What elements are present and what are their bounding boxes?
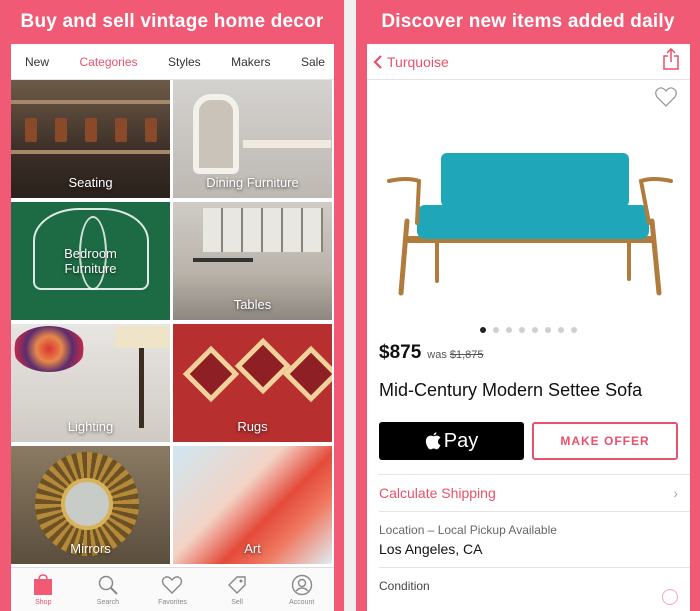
chevron-right-icon: ›	[673, 485, 678, 501]
share-button[interactable]	[662, 47, 680, 75]
category-tile-dining-furniture[interactable]: Dining Furniture	[173, 80, 332, 198]
user-icon	[291, 574, 312, 596]
right-headline: Discover new items added daily	[381, 11, 675, 32]
apple-logo-icon	[425, 431, 441, 449]
category-tile-tables[interactable]: Tables	[173, 202, 332, 320]
favorite-button[interactable]	[654, 86, 678, 113]
category-tile-bedroom-furniture[interactable]: Bedroom Furniture	[11, 202, 170, 320]
category-label: Dining Furniture	[206, 175, 299, 190]
category-label: Rugs	[237, 419, 268, 434]
product-detail-screen: Turquoise $875 was $1,875 Mid-Century Mo…	[367, 44, 690, 611]
purchase-buttons: Pay MAKE OFFER	[379, 422, 678, 460]
category-tile-rugs[interactable]: Rugs	[173, 324, 332, 442]
bottom-nav: Shop Search Favorites Sell Account	[11, 567, 334, 611]
chair-decoration	[85, 118, 97, 142]
table-decoration	[243, 140, 331, 148]
category-label: Mirrors	[70, 541, 111, 556]
category-label: Tables	[233, 297, 272, 312]
nav-account[interactable]: Account	[269, 568, 334, 611]
nav-label: Sell	[231, 599, 243, 606]
lamp-shade-decoration	[115, 326, 169, 348]
left-promo-panel: Buy and sell vintage home decor New Cate…	[0, 0, 344, 611]
pompom-decoration	[13, 326, 85, 372]
carousel-dot[interactable]	[506, 327, 512, 333]
divider	[379, 567, 690, 568]
tab-categories[interactable]: Categories	[79, 55, 137, 69]
nav-label: Search	[96, 599, 119, 606]
heart-icon	[655, 87, 677, 107]
category-tile-art[interactable]: Art	[173, 446, 332, 564]
category-tile-mirrors[interactable]: Mirrors	[11, 446, 170, 564]
back-label: Turquoise	[387, 53, 449, 70]
apple-pay-label: Pay	[443, 429, 479, 452]
make-offer-button[interactable]: MAKE OFFER	[532, 422, 678, 460]
calculate-shipping-label: Calculate Shipping	[379, 485, 496, 501]
rug-motif	[282, 345, 332, 403]
product-photo[interactable]	[367, 81, 690, 321]
right-promo-panel: Discover new items added daily Turquoise	[356, 0, 700, 611]
shopping-bag-icon	[34, 574, 53, 595]
category-label: Seating	[68, 175, 113, 190]
apple-pay-button[interactable]: Pay	[379, 422, 524, 460]
chair-decoration	[193, 94, 239, 174]
carousel-dot[interactable]	[493, 327, 499, 333]
chair-decoration	[25, 118, 37, 142]
heart-icon	[162, 576, 183, 594]
table-decoration	[193, 258, 253, 262]
tab-new[interactable]: New	[25, 55, 49, 69]
nav-label: Shop	[35, 599, 52, 606]
nav-sell[interactable]: Sell	[205, 568, 270, 611]
mirror-glass-decoration	[61, 478, 113, 530]
chair-decoration	[55, 118, 67, 142]
carousel-dot[interactable]	[480, 327, 486, 333]
chevron-left-icon	[373, 54, 382, 69]
nav-shop[interactable]: Shop	[11, 568, 76, 611]
nav-label: Account	[289, 599, 315, 606]
categories-screen: New Categories Styles Makers Sale Seatin…	[11, 44, 334, 611]
price-row: $875 was $1,875	[379, 342, 484, 364]
location-label: Location – Local Pickup Available	[379, 523, 557, 537]
category-tabs: New Categories Styles Makers Sale	[11, 44, 334, 80]
condition-label: Condition	[379, 579, 430, 593]
tag-icon	[228, 576, 246, 594]
product-header: Turquoise	[367, 44, 690, 80]
location-value: Los Angeles, CA	[379, 541, 483, 557]
original-price: $1,875	[449, 349, 484, 361]
lamp-pole-decoration	[139, 348, 144, 428]
window-decoration	[203, 208, 323, 252]
sofa-image	[387, 153, 673, 296]
shelf-decoration	[11, 150, 170, 154]
back-button[interactable]: Turquoise	[373, 54, 449, 70]
nav-favorites[interactable]: Favorites	[140, 568, 205, 611]
category-label: Lighting	[67, 419, 114, 434]
condition-info-icon[interactable]	[662, 589, 678, 605]
category-tile-seating[interactable]: Seating	[11, 80, 170, 198]
tab-styles[interactable]: Styles	[168, 55, 201, 69]
was-label: was	[427, 349, 447, 361]
category-label: Art	[244, 541, 261, 556]
rug-motif	[234, 337, 292, 395]
product-title: Mid-Century Modern Settee Sofa	[379, 380, 643, 400]
calculate-shipping-row[interactable]: Calculate Shipping ›	[379, 474, 690, 512]
chair-decoration	[115, 118, 127, 142]
category-tile-lighting[interactable]: Lighting	[11, 324, 170, 442]
tab-makers[interactable]: Makers	[231, 55, 270, 69]
left-headline: Buy and sell vintage home decor	[20, 11, 324, 32]
share-icon	[663, 47, 679, 70]
carousel-dot[interactable]	[558, 327, 564, 333]
nav-search[interactable]: Search	[76, 568, 141, 611]
nav-label: Favorites	[158, 599, 187, 606]
carousel-dot[interactable]	[545, 327, 551, 333]
current-price: $875	[379, 342, 422, 363]
shelf-decoration	[11, 100, 170, 104]
image-carousel-dots[interactable]	[367, 327, 690, 333]
carousel-dot[interactable]	[519, 327, 525, 333]
carousel-dot[interactable]	[532, 327, 538, 333]
chair-decoration	[145, 118, 157, 142]
carousel-dot[interactable]	[571, 327, 577, 333]
search-icon	[98, 575, 118, 595]
category-label: Bedroom Furniture	[64, 246, 117, 276]
rug-motif	[182, 345, 240, 403]
tab-sale[interactable]: Sale	[301, 55, 325, 69]
